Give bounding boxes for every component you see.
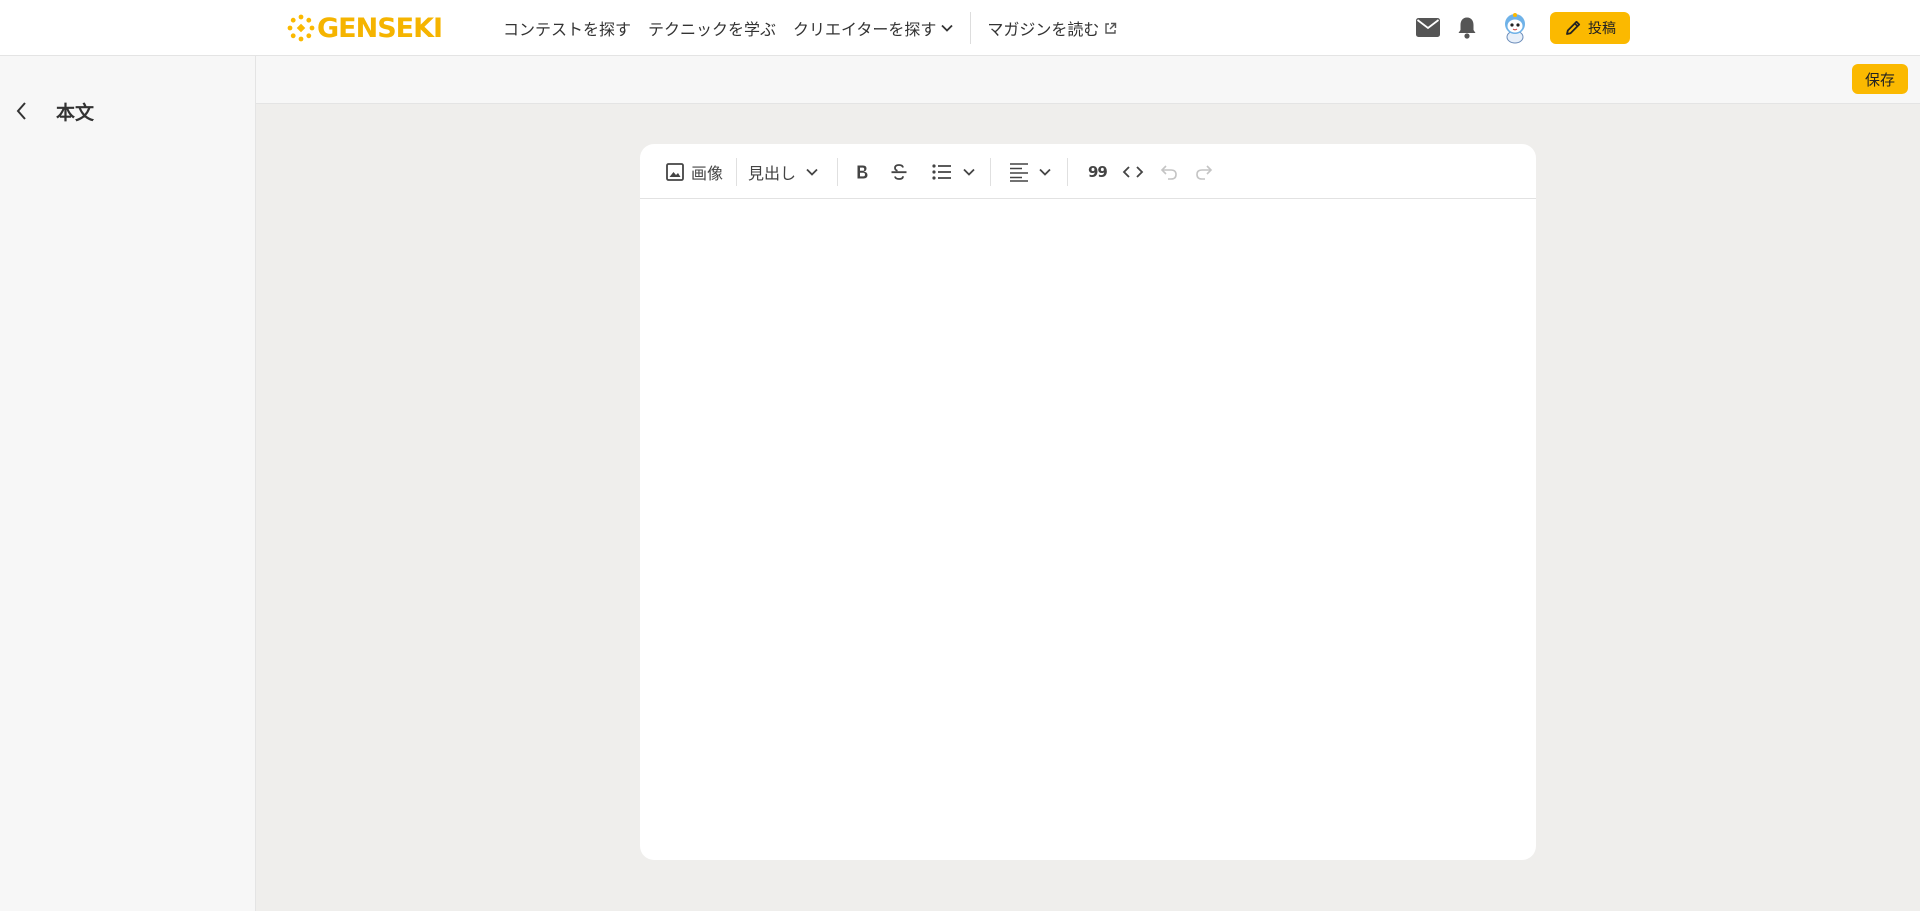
nav-find-creators[interactable]: クリエイターを探す: [793, 16, 954, 40]
genseki-logo[interactable]: GENSEKI: [287, 12, 443, 44]
nav-divider: [970, 12, 972, 44]
editor-topbar: 保存: [256, 56, 1920, 104]
external-link-icon: [1105, 22, 1117, 34]
nav-label: クリエイターを探す: [793, 20, 937, 39]
align-left-icon: [1010, 162, 1028, 182]
chevron-down-icon: [1039, 168, 1051, 176]
editor-content[interactable]: [640, 200, 1536, 860]
code-icon: [1122, 165, 1144, 178]
bell-icon[interactable]: [1457, 16, 1477, 39]
undo-icon: [1160, 164, 1177, 180]
redo-button[interactable]: [1195, 144, 1213, 199]
save-button[interactable]: 保存: [1852, 64, 1908, 94]
code-block-button[interactable]: [1122, 144, 1144, 199]
logo-text: GENSEKI: [317, 12, 443, 44]
toolbar-separator: [990, 158, 991, 186]
strikethrough-icon: [891, 163, 907, 180]
insert-image-button[interactable]: 画像: [666, 144, 723, 199]
rich-text-editor: 画像 見出し 99: [640, 144, 1536, 860]
chevron-down-icon: [963, 168, 975, 176]
nav-label: コンテストを探す: [503, 20, 632, 39]
heading-dropdown-label: 見出し: [748, 163, 797, 183]
toolbar-separator: [736, 158, 737, 186]
chevron-down-icon: [806, 168, 818, 176]
align-dropdown[interactable]: [1009, 144, 1051, 199]
toolbar-separator: [1067, 158, 1068, 186]
image-icon: [666, 162, 684, 181]
toolbar-separator: [837, 158, 838, 186]
left-sidebar: 本文: [0, 56, 256, 911]
undo-button[interactable]: [1160, 144, 1178, 199]
sidebar-title: 本文: [56, 102, 95, 124]
post-button[interactable]: 投稿: [1550, 12, 1630, 44]
list-dropdown[interactable]: [932, 144, 975, 199]
nav-learn-techniques[interactable]: テクニックを学ぶ: [648, 16, 776, 40]
top-header: GENSEKI コンテストを探す テクニックを学ぶ クリエイターを探す マガジン…: [0, 0, 1920, 56]
chevron-down-icon: [941, 24, 954, 32]
strikethrough-button[interactable]: [889, 144, 909, 199]
nav-find-contests[interactable]: コンテストを探す: [503, 16, 631, 40]
pencil-icon: [1566, 20, 1581, 35]
logo-mark-icon: [287, 14, 315, 42]
nav-read-magazine[interactable]: マガジンを読む: [987, 16, 1117, 40]
main-nav: コンテストを探す テクニックを学ぶ クリエイターを探す マガジンを読む: [503, 0, 1134, 56]
nav-label: テクニックを学ぶ: [648, 20, 777, 39]
mail-icon[interactable]: [1416, 18, 1440, 37]
redo-icon: [1196, 164, 1213, 180]
heading-dropdown[interactable]: 見出し: [748, 144, 818, 199]
editor-toolbar: 画像 見出し 99: [640, 144, 1536, 199]
quote-icon: 99: [1088, 162, 1108, 181]
image-button-label: 画像: [691, 163, 724, 183]
main-area: 画像 見出し 99: [256, 104, 1920, 911]
chevron-left-icon[interactable]: [14, 99, 30, 123]
post-button-label: 投稿: [1588, 21, 1616, 37]
blockquote-button[interactable]: 99: [1088, 144, 1108, 199]
nav-label: マガジンを読む: [987, 20, 1100, 39]
avatar[interactable]: [1502, 12, 1528, 44]
bold-icon: [857, 165, 868, 178]
list-icon: [932, 163, 951, 180]
bold-button[interactable]: [855, 144, 869, 199]
